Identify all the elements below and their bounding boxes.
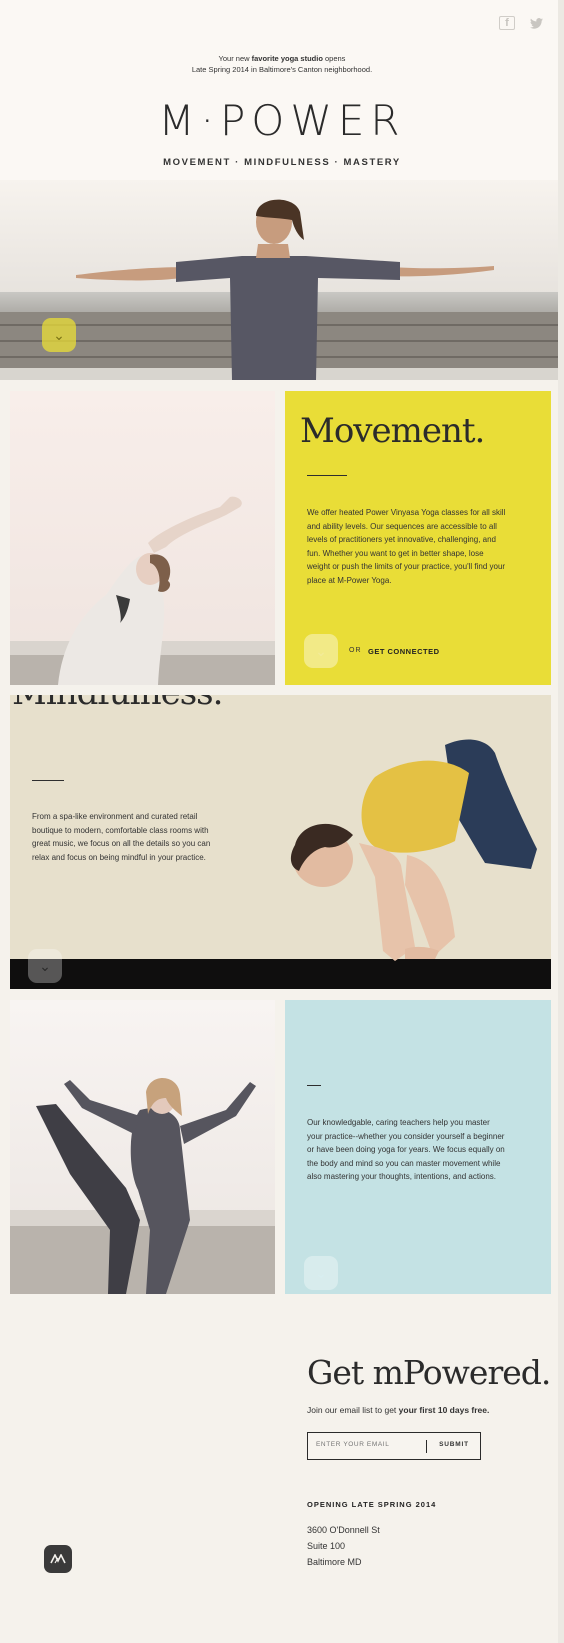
movement-scroll-button[interactable]: ⌄ [304, 634, 338, 668]
email-input[interactable] [316, 1441, 426, 1448]
twitter-icon[interactable] [528, 16, 544, 30]
connect-or-label: OR [349, 647, 362, 654]
movement-photo [10, 391, 275, 685]
mastery-body: Our knowledgable, caring teachers help y… [307, 1118, 505, 1182]
hero-pillars: MOVEMENT · MINDFULNESS · MASTERY [163, 157, 401, 168]
mindfulness-panel: Mindfulness. From a spa-like environment… [10, 695, 551, 989]
mindfulness-body: From a spa-like environment and curated … [32, 812, 211, 862]
mpower-logo[interactable]: M·POWER [0, 96, 564, 145]
mindfulness-scroll-button[interactable]: ⌄ [28, 949, 62, 983]
address-line-2: Suite 100 [307, 1541, 346, 1551]
mindfulness-title: Mindfulness. [12, 695, 223, 713]
hero-tagline: Your new favorite yoga studio opens Late… [191, 54, 373, 74]
hero-man-figure [76, 199, 494, 380]
chevron-down-icon: ⌄ [315, 1264, 327, 1281]
chevron-down-icon: ⌄ [315, 642, 327, 659]
mastery-panel: Our knowledgable, caring teachers help y… [285, 1000, 551, 1294]
movement-title: Movement. [300, 411, 485, 451]
email-signup-form: SUBMIT [307, 1432, 481, 1460]
mpower-logo-icon[interactable] [44, 1545, 72, 1573]
address-line-1: 3600 O'Donnell St [307, 1525, 380, 1535]
mastery-photo [10, 1000, 275, 1294]
chevron-down-icon: ⌄ [53, 326, 65, 343]
mastery-divider [307, 1085, 321, 1086]
mindfulness-divider [32, 780, 64, 781]
scroll-down-button[interactable]: ⌄ [42, 318, 76, 352]
hero-section: f Your new favorite yoga studio opens La… [0, 0, 564, 380]
chevron-down-icon: ⌄ [39, 957, 51, 974]
address-line-3: Baltimore MD [307, 1557, 362, 1567]
signup-subtitle: Join our email list to get your first 10… [307, 1405, 490, 1415]
email-divider [426, 1440, 427, 1453]
mastery-scroll-button[interactable]: ⌄ [304, 1256, 338, 1290]
get-connected-link[interactable]: GET CONNECTED [368, 647, 440, 656]
page-scrollbar[interactable] [558, 0, 564, 1643]
movement-body: We offer heated Power Vinyasa Yoga class… [307, 508, 506, 585]
submit-button[interactable]: SUBMIT [432, 1441, 476, 1448]
movement-panel: Movement. We offer heated Power Vinyasa … [285, 391, 551, 685]
opening-heading: OPENING LATE SPRING 2014 [307, 1500, 437, 1509]
facebook-icon[interactable]: f [499, 16, 515, 30]
movement-divider [307, 475, 347, 476]
signup-title: Get mPowered. [307, 1353, 551, 1392]
